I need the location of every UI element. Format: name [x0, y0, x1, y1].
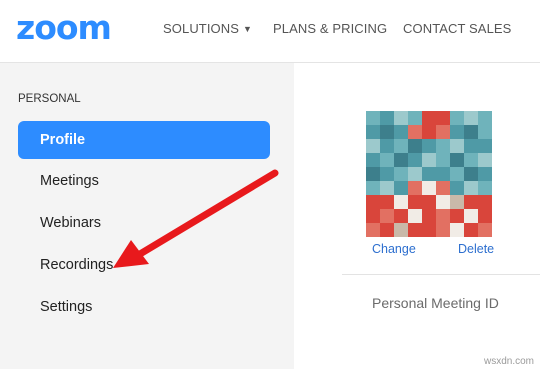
- nav-plans-pricing[interactable]: PLANS & PRICING: [273, 21, 387, 36]
- caret-down-icon: ▼: [243, 24, 253, 34]
- zoom-logo[interactable]: zoom: [16, 6, 112, 50]
- avatar: [366, 111, 492, 237]
- delete-avatar-link[interactable]: Delete: [458, 242, 494, 256]
- personal-meeting-id-label: Personal Meeting ID: [372, 295, 499, 311]
- nav-contact-sales[interactable]: CONTACT SALES: [403, 21, 511, 36]
- sidebar-item-meetings[interactable]: Meetings: [40, 173, 99, 189]
- sidebar: PERSONAL Profile Meetings Webinars Recor…: [0, 63, 294, 369]
- nav-solutions[interactable]: SOLUTIONS ▼: [163, 21, 252, 36]
- divider: [342, 274, 540, 275]
- sidebar-item-recordings[interactable]: Recordings: [40, 257, 113, 273]
- sidebar-item-profile[interactable]: Profile: [18, 121, 270, 159]
- sidebar-item-settings[interactable]: Settings: [40, 299, 92, 315]
- sidebar-heading: PERSONAL: [18, 93, 81, 105]
- sidebar-item-webinars[interactable]: Webinars: [40, 215, 101, 231]
- nav-solutions-label: SOLUTIONS: [163, 21, 240, 36]
- top-navigation-bar: zoom SOLUTIONS ▼ PLANS & PRICING CONTACT …: [0, 0, 540, 63]
- profile-panel: Change Delete Personal Meeting ID: [294, 63, 540, 369]
- watermark: wsxdn.com: [483, 356, 534, 367]
- change-avatar-link[interactable]: Change: [372, 242, 416, 256]
